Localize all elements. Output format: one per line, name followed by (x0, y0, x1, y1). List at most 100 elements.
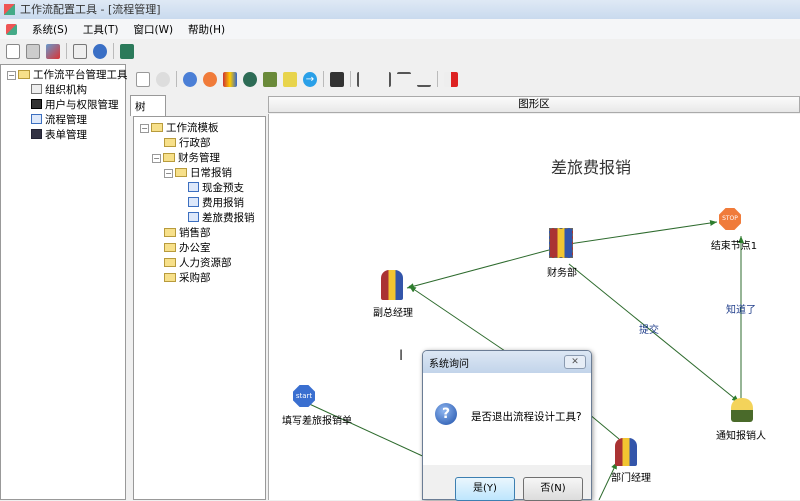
user-icon (31, 99, 42, 109)
pointer-icon[interactable] (136, 71, 150, 87)
nav-forms[interactable]: 表单管理 (7, 128, 125, 143)
edge-label-submit: 提交 (639, 325, 659, 336)
text-cursor-icon: I (399, 348, 404, 364)
separator (323, 71, 324, 87)
edge-start-dept[interactable] (304, 401, 430, 460)
collapse-icon[interactable]: − (140, 124, 149, 133)
edge-finance-end[interactable] (568, 220, 718, 245)
folder-icon (163, 153, 175, 162)
collapse-icon[interactable]: − (7, 71, 16, 80)
folder-icon (18, 70, 30, 79)
node-label-vp: 副总经理 (373, 308, 413, 319)
folder-icon (164, 243, 176, 252)
flow-icon (188, 182, 199, 192)
left-nav-tree: − 工作流平台管理工具 组织机构 用户与权限管理 流程管理 表单管理 (0, 64, 128, 500)
main-toolbar (0, 40, 800, 62)
dialog-title-bar: 系统询问 ✕ (423, 351, 591, 373)
node-label-notify: 通知报销人 (716, 431, 766, 442)
tree-root[interactable]: − 工作流平台管理工具 (7, 68, 128, 83)
title-bar: 工作流配置工具 - [流程管理] (0, 0, 800, 19)
tree-node-purchase[interactable]: 采购部 (140, 271, 265, 286)
tree-node-flow[interactable]: 差旅费报销 (140, 211, 265, 226)
tree-node-daily[interactable]: − 日常报销 (140, 166, 265, 181)
diagram-title: 差旅费报销 (550, 158, 632, 177)
export-icon[interactable] (444, 71, 458, 87)
menu-system[interactable]: 系统(S) (32, 22, 68, 37)
edge-to-dept[interactable] (588, 413, 620, 440)
nav-users[interactable]: 用户与权限管理 (7, 98, 125, 113)
lock-icon[interactable] (156, 71, 170, 87)
template-tree: − 工作流模板 行政部 − 财务管理 − 日常报销 现金预支 费用报销 差旅费报销 销… (133, 116, 266, 500)
menu-help[interactable]: 帮助(H) (188, 22, 225, 37)
user-node-icon[interactable] (263, 71, 277, 87)
settings-icon[interactable] (26, 43, 40, 59)
tree-node-flow[interactable]: 费用报销 (140, 196, 265, 211)
separator (113, 43, 114, 59)
nav-flow[interactable]: 流程管理 (7, 113, 125, 128)
start-node-icon[interactable] (183, 71, 197, 87)
mdi-icon[interactable] (6, 23, 17, 35)
notify-node-icon[interactable] (731, 398, 753, 422)
dialog-message: 是否退出流程设计工具? (471, 411, 582, 423)
align-right-icon[interactable] (377, 71, 391, 87)
confirm-dialog: 系统询问 ✕ ? 是否退出流程设计工具? 是(Y) 否(N) (422, 350, 592, 501)
save-icon[interactable] (330, 71, 344, 87)
dept-node-icon[interactable] (615, 438, 637, 466)
separator (66, 43, 67, 59)
tab-tree[interactable]: 树 (130, 95, 166, 116)
vp-node-icon[interactable] (381, 270, 403, 300)
flow-icon (31, 114, 42, 124)
graphic-area-header: 图形区 (268, 96, 800, 113)
tree-node-sales[interactable]: 销售部 (140, 226, 265, 241)
edge-finance-vp[interactable] (406, 249, 550, 290)
node-label-dept: 部门经理 (611, 473, 651, 484)
dialog-close-button[interactable]: ✕ (564, 355, 586, 369)
tree-node-flow[interactable]: 现金预支 (140, 181, 265, 196)
new-icon[interactable] (6, 43, 20, 59)
window-title: 工作流配置工具 - [流程管理] (20, 3, 161, 16)
collapse-icon[interactable]: − (164, 169, 173, 178)
folder-icon (164, 228, 176, 237)
role-node-icon[interactable] (223, 71, 237, 87)
tree-node-office[interactable]: 办公室 (140, 241, 265, 256)
folder-icon (151, 123, 163, 132)
question-icon: ? (435, 403, 457, 425)
flow-icon (188, 197, 199, 207)
app-icon (4, 4, 15, 15)
collapse-icon[interactable]: − (152, 154, 161, 163)
menu-window[interactable]: 窗口(W) (133, 22, 173, 37)
align-left-icon[interactable] (357, 71, 371, 87)
nav-org[interactable]: 组织机构 (7, 83, 125, 98)
tree-node-root[interactable]: − 工作流模板 (140, 121, 265, 136)
tree-node-admin[interactable]: 行政部 (140, 136, 265, 151)
folder-icon (175, 168, 187, 177)
dialog-body: ? 是否退出流程设计工具? (423, 373, 591, 465)
folder-icon (164, 273, 176, 282)
edit-icon[interactable] (73, 43, 87, 59)
arrow-connector-icon[interactable]: → (303, 71, 317, 87)
org-icon (31, 84, 42, 94)
node-label-end: 结束节点1 (710, 241, 758, 252)
separator (437, 71, 438, 87)
tree-node-hr[interactable]: 人力资源部 (140, 256, 265, 271)
menu-tools[interactable]: 工具(T) (83, 22, 119, 37)
menu-bar: 系统(S) 工具(T) 窗口(W) 帮助(H) (0, 19, 800, 39)
form-icon (31, 129, 42, 139)
user-delete-icon[interactable] (46, 43, 60, 59)
align-top-icon[interactable] (397, 71, 411, 87)
org-node-icon[interactable] (283, 71, 297, 87)
separator (176, 71, 177, 87)
designer-toolbar: → (128, 66, 800, 92)
edge-label-known: 知道了 (726, 305, 756, 316)
no-button[interactable]: 否(N) (523, 477, 583, 501)
yes-button[interactable]: 是(Y) (455, 477, 515, 501)
finance-node-icon[interactable] (549, 228, 573, 258)
timer-icon[interactable] (243, 71, 257, 87)
trash-icon[interactable] (120, 43, 134, 59)
align-bottom-icon[interactable] (417, 72, 431, 87)
help-icon[interactable] (93, 43, 107, 59)
tree-node-finance[interactable]: − 财务管理 (140, 151, 265, 166)
stop-node-icon[interactable] (203, 71, 217, 87)
dialog-title: 系统询问 (429, 359, 469, 370)
flow-icon (188, 212, 199, 222)
